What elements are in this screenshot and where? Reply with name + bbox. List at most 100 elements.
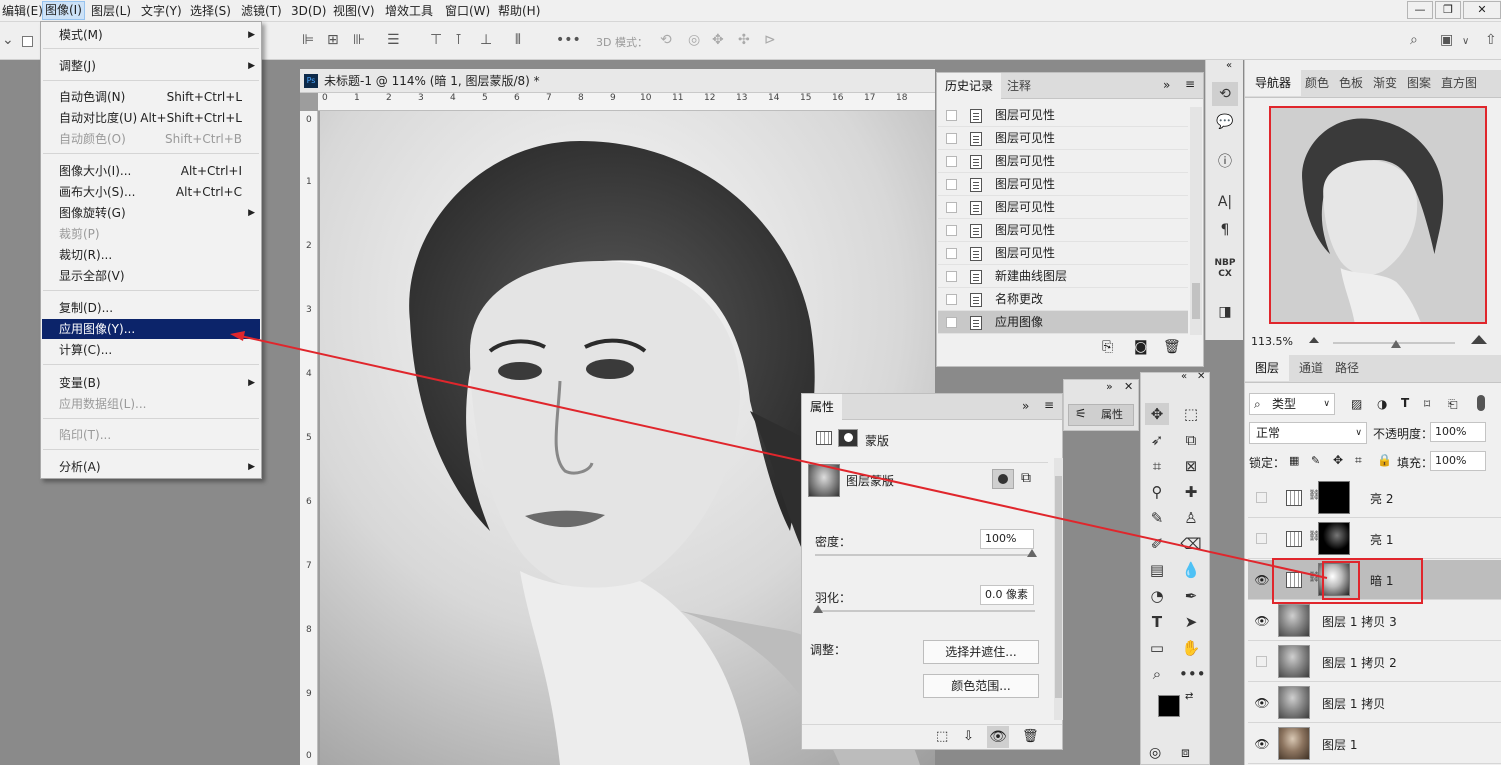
3d-drag-icon[interactable]: ✥ [712, 32, 724, 48]
menu-item-mode[interactable]: 模式(M) ▶ [42, 25, 260, 45]
comment-icon[interactable]: 💬 [1212, 110, 1238, 134]
menu-item-image-size[interactable]: 图像大小(I)... Alt+Ctrl+I [42, 161, 260, 181]
3d-roll-icon[interactable]: ◎ [688, 32, 700, 48]
opacity-field[interactable]: 100% [1430, 422, 1486, 442]
history-row[interactable]: 图层可见性 [938, 150, 1188, 173]
close-icon[interactable]: ✕ [1197, 371, 1205, 382]
align-right-icon[interactable]: ⊪ [353, 32, 365, 48]
layer-row[interactable]: 👁 图层 1 拷贝 [1248, 683, 1501, 723]
menu-image[interactable]: 图像(I) [42, 1, 85, 20]
stamp-tool-icon[interactable]: ♙ [1179, 507, 1203, 529]
close-icon[interactable]: ✕ [1124, 380, 1133, 393]
pixel-mask-button[interactable] [992, 469, 1014, 489]
collapse-icon[interactable]: » [1163, 78, 1170, 92]
layer-mask-thumbnail[interactable] [1318, 522, 1350, 555]
history-scrollbar[interactable] [1190, 107, 1202, 335]
density-slider[interactable] [815, 549, 1037, 557]
paragraph-icon[interactable]: ¶ [1212, 218, 1238, 242]
menu-item-image-rotation[interactable]: 图像旋转(G) ▶ [42, 203, 260, 223]
chevron-down-icon[interactable]: ∨ [1462, 36, 1469, 47]
menu-view[interactable]: 视图(V) [331, 3, 377, 19]
character-icon[interactable]: A| [1212, 190, 1238, 214]
slider-handle-icon[interactable] [813, 605, 823, 613]
zoom-out-icon[interactable] [1309, 337, 1319, 343]
tab-properties[interactable]: 属性 [802, 394, 843, 420]
layer-mask-thumbnail[interactable] [1318, 481, 1350, 514]
lock-position-icon[interactable]: ✥ [1333, 453, 1343, 467]
scrollbar-thumb[interactable] [1055, 476, 1062, 698]
menu-item-trim[interactable]: 裁切(R)... [42, 245, 260, 265]
distribute-icon[interactable]: ☰ [387, 32, 400, 48]
3d-rotate-icon[interactable]: ⟲ [660, 32, 672, 48]
path-select-icon[interactable]: ➤ [1179, 611, 1203, 633]
zoom-in-icon[interactable] [1471, 335, 1487, 344]
layer-row[interactable]: ⛓ 亮 2 [1248, 478, 1501, 518]
feather-field[interactable]: 0.0 像素 [980, 585, 1034, 605]
layer-row[interactable]: 👁 图层 1 [1248, 724, 1501, 764]
swap-colors-icon[interactable]: ⇄ [1185, 691, 1193, 702]
color-range-button[interactable]: 颜色范围... [923, 674, 1039, 698]
expand-icon[interactable]: » [1106, 380, 1113, 393]
crop-tool-icon[interactable]: ⌗ [1145, 455, 1169, 477]
align-vcenter-icon[interactable]: ⊺ [455, 32, 462, 48]
selection-icon[interactable]: ⬚ [936, 729, 948, 744]
menu-item-variables[interactable]: 变量(B) ▶ [42, 373, 260, 393]
menu-layer[interactable]: 图层(L) [89, 3, 133, 19]
align-bottom-icon[interactable]: ⊥ [480, 32, 492, 48]
new-document-icon[interactable]: ⎘ [1102, 339, 1113, 355]
history-row[interactable]: 名称更改 [938, 288, 1188, 311]
eye-icon[interactable]: 👁 [1254, 614, 1270, 628]
gradient-tool-icon[interactable]: ▤ [1145, 559, 1169, 581]
distribute-v-icon[interactable]: ⫴ [515, 32, 521, 48]
rectangle-tool-icon[interactable]: ▭ [1145, 637, 1169, 659]
move-tool-icon[interactable]: ✥ [1145, 403, 1169, 425]
info-icon[interactable]: ⓘ [1212, 150, 1238, 174]
pen-tool-icon[interactable]: ✒ [1179, 585, 1203, 607]
snapshot-checkbox[interactable] [946, 248, 957, 259]
history-row-selected[interactable]: 应用图像 [938, 311, 1188, 334]
history-row[interactable]: 新建曲线图层 [938, 265, 1188, 288]
history-row[interactable]: 图层可见性 [938, 104, 1188, 127]
eye-icon[interactable]: 👁 [1254, 573, 1270, 587]
library-icon[interactable]: ◨ [1212, 300, 1238, 324]
history-brush-icon[interactable]: ✐ [1145, 533, 1169, 555]
snapshot-checkbox[interactable] [946, 179, 957, 190]
visibility-toggle[interactable] [1256, 492, 1267, 503]
properties-scrollbar[interactable] [1054, 458, 1063, 720]
tab-history[interactable]: 历史记录 [937, 73, 1002, 99]
layer-filter-select[interactable]: ⌕ 类型 ∨ [1249, 393, 1335, 415]
snapshot-checkbox[interactable] [946, 294, 957, 305]
navigator-thumbnail[interactable] [1269, 106, 1487, 324]
tab-histogram[interactable]: 直方图 [1433, 70, 1485, 96]
blend-mode-select[interactable]: 正常 ∨ [1249, 422, 1367, 444]
history-row[interactable]: 图层可见性 [938, 173, 1188, 196]
tab-navigator[interactable]: 导航器 [1245, 70, 1302, 96]
nbp-plugin-icon[interactable]: NBP CX [1212, 258, 1238, 282]
brush-tool-icon[interactable]: ✎ [1145, 507, 1169, 529]
snapshot-checkbox[interactable] [946, 271, 957, 282]
snapshot-checkbox[interactable] [946, 156, 957, 167]
menu-item-calculations[interactable]: 计算(C)... [42, 340, 260, 360]
menu-item-apply-image[interactable]: 应用图像(Y)... [42, 319, 260, 339]
snapshot-checkbox[interactable] [946, 317, 957, 328]
lock-artboard-icon[interactable]: ⌗ [1355, 453, 1362, 468]
filter-adjust-icon[interactable]: ◑ [1377, 397, 1387, 411]
healing-brush-icon[interactable]: ✚ [1179, 481, 1203, 503]
menu-edit[interactable]: 编辑(E) [0, 3, 45, 19]
history-row[interactable]: 图层可见性 [938, 219, 1188, 242]
document-tab[interactable]: Ps 未标题-1 @ 114% (暗 1, 图层蒙版/8) * [300, 69, 935, 93]
lock-all-icon[interactable]: 🔒 [1377, 453, 1392, 467]
screen-mode-icon[interactable]: ⧈ [1181, 745, 1190, 761]
snapshot-checkbox[interactable] [946, 225, 957, 236]
collapse-icon[interactable]: « [1181, 371, 1187, 382]
eyedropper-icon[interactable]: ⚲ [1145, 481, 1169, 503]
workspace-icon[interactable]: ▣ [1440, 32, 1453, 48]
history-row[interactable]: 图层可见性 [938, 196, 1188, 219]
dodge-tool-icon[interactable]: ◔ [1145, 585, 1169, 607]
menu-type[interactable]: 文字(Y) [139, 3, 184, 19]
camera-icon[interactable]: ◙ [1134, 339, 1148, 355]
tab-layers[interactable]: 图层 [1245, 355, 1290, 381]
menu-filter[interactable]: 滤镜(T) [239, 3, 284, 19]
snapshot-checkbox[interactable] [946, 110, 957, 121]
lasso-tool-icon[interactable]: ➶ [1145, 429, 1169, 451]
